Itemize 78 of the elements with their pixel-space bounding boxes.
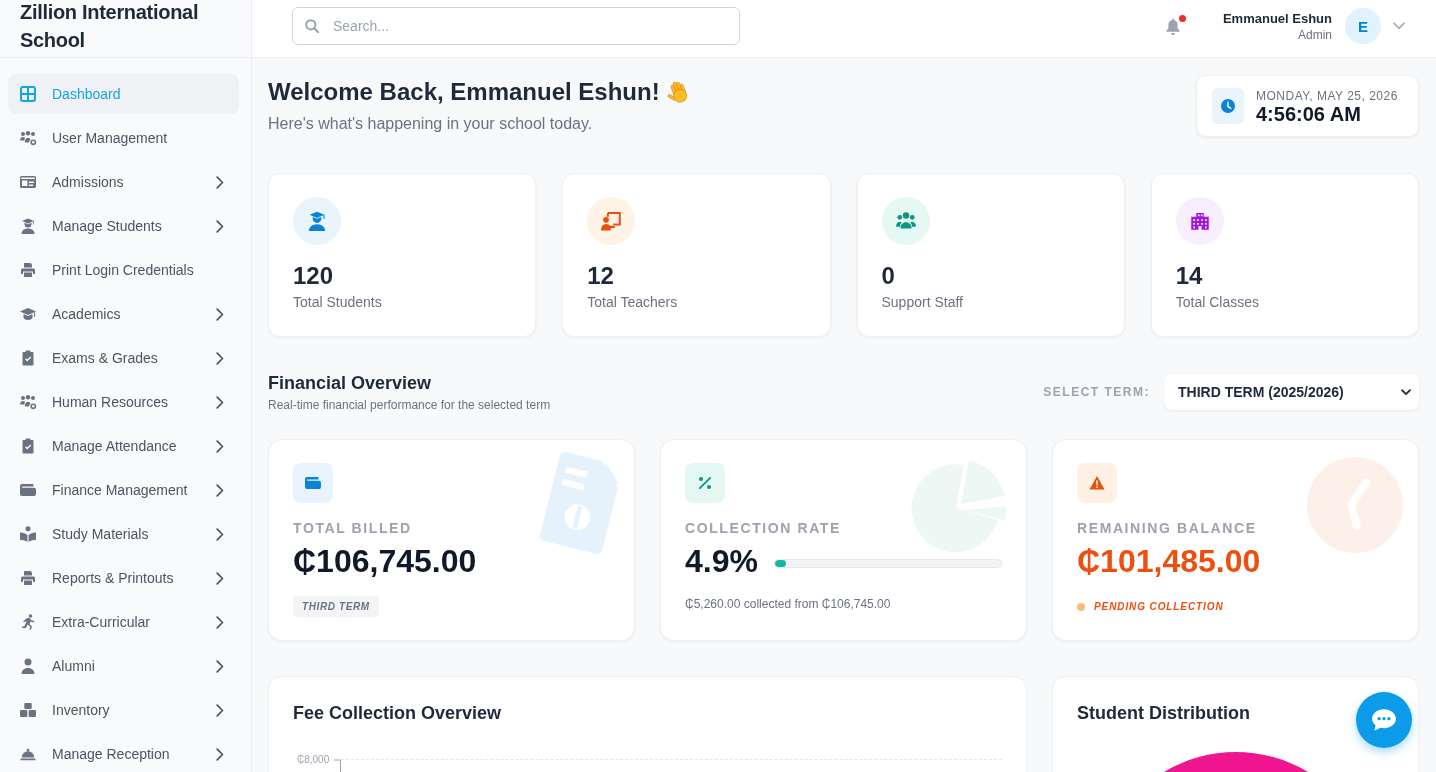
chart-title: Student Distribution [1077, 702, 1250, 725]
running-person-icon [20, 614, 36, 630]
graduate-icon [20, 218, 36, 234]
printer-icon [20, 262, 36, 278]
collection-note: ₵5,260.00 collected from ₵106,745.00 [685, 596, 891, 613]
users-gear-icon [20, 130, 36, 146]
stat-value: 0 [881, 261, 895, 291]
sidebar-item[interactable]: Manage Students [8, 206, 239, 246]
stat-label: Total Teachers [587, 293, 678, 312]
bell-icon[interactable] [1164, 17, 1181, 35]
sidebar-item[interactable]: Print Login Credentials [8, 250, 239, 290]
stat-label: Support Staff [881, 293, 963, 312]
stat-value: 120 [293, 261, 334, 291]
sidebar-item[interactable]: Study Materials [8, 514, 239, 554]
sidebar-item[interactable]: Finance Management [8, 470, 239, 510]
metric-value: ₵101,485.00 [1077, 542, 1261, 581]
sidebar-item[interactable]: Inventory [8, 690, 239, 730]
graduation-cap-icon [20, 306, 36, 322]
status-dot-icon [1077, 602, 1085, 611]
caret-down-icon [1401, 388, 1411, 396]
metric-label: COLLECTION RATE [685, 519, 841, 538]
wallet-icon [20, 482, 36, 498]
status-text: PENDING COLLECTION [1094, 601, 1224, 612]
section-subtitle: Real-time financial performance for the selected term [268, 397, 551, 414]
date-text: MONDAY, MAY 25, 2026 [1256, 88, 1398, 104]
metric-value: 4.9% [685, 542, 758, 581]
sidebar-item[interactable]: User Management [8, 118, 239, 158]
sidebar-item[interactable]: Alumni [8, 646, 239, 686]
chevron-down-icon[interactable] [1393, 22, 1405, 30]
sidebar-item[interactable]: Manage Attendance [8, 426, 239, 466]
metric-label: TOTAL BILLED [293, 519, 412, 538]
users-gear-icon [20, 394, 36, 410]
printer-icon [20, 570, 36, 586]
clock-icon [1212, 88, 1244, 124]
graduate-icon [293, 197, 341, 245]
sidebar-item[interactable]: Exams & Grades [8, 338, 239, 378]
term-label: SELECT TERM: [1043, 385, 1150, 399]
wallet-icon [293, 463, 333, 503]
percent-icon [685, 463, 725, 503]
term-select[interactable]: THIRD TERM (2025/2026) [1164, 374, 1419, 410]
sidebar-item[interactable]: Academics [8, 294, 239, 334]
users-icon [881, 197, 930, 245]
boxes-icon [20, 702, 36, 718]
building-icon [1175, 197, 1224, 245]
grid-icon [20, 86, 36, 102]
axis-label: ₵8,000 [297, 753, 330, 767]
chart-title: Fee Collection Overview [293, 702, 502, 725]
time-text: 4:56:06 AM [1256, 104, 1361, 124]
sidebar-item[interactable]: Extra-Curricular [8, 602, 239, 642]
sidebar-item[interactable]: Manage Reception [8, 734, 239, 772]
sidebar-item[interactable]: Reports & Printouts [8, 558, 239, 598]
clipboard-check-icon [20, 438, 36, 454]
user-avatar[interactable]: E [1345, 8, 1381, 44]
term-tag: THIRD TERM [293, 596, 379, 617]
search-field[interactable]: Search... [292, 7, 740, 45]
stat-value: 14 [1175, 261, 1203, 291]
person-icon [20, 658, 36, 674]
user-role: Admin [1298, 26, 1332, 43]
school-name: Zillion International School [20, 0, 200, 53]
section-title: Financial Overview [268, 372, 432, 395]
book-reader-icon [20, 526, 36, 542]
stat-label: Total Classes [1175, 293, 1259, 312]
id-card-icon [20, 174, 36, 190]
welcome-subtitle: Here's what's happening in your school today. [268, 114, 593, 134]
warning-icon [1077, 463, 1117, 503]
sidebar-item[interactable]: Admissions [8, 162, 239, 202]
sidebar-item[interactable]: Human Resources [8, 382, 239, 422]
metric-label: REMAINING BALANCE [1077, 519, 1257, 538]
stat-label: Total Students [293, 293, 382, 312]
teacher-board-icon [587, 197, 636, 245]
chat-icon [1371, 708, 1397, 732]
clipboard-check-icon [20, 350, 36, 366]
user-name: Emmanuel Eshun [1222, 9, 1332, 27]
metric-value: ₵106,745.00 [293, 542, 477, 581]
stat-value: 12 [587, 261, 614, 291]
service-bell-icon [20, 746, 36, 762]
welcome-title: Welcome Back, Emmanuel Eshun! [268, 77, 660, 107]
search-icon [305, 19, 319, 33]
